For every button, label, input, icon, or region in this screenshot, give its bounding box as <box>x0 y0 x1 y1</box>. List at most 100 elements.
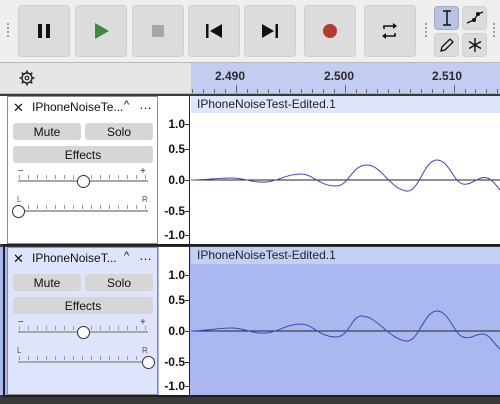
ruler-tick <box>333 89 335 93</box>
track-name-menu[interactable]: IPhoneNoiseTe... <box>32 100 125 114</box>
play-icon <box>95 23 109 39</box>
ruler-tick <box>355 89 357 93</box>
play-button[interactable] <box>75 5 127 57</box>
ruler-tick <box>453 85 455 93</box>
pause-button[interactable] <box>18 5 70 57</box>
envelope-icon <box>466 11 483 24</box>
skip-to-start-button[interactable] <box>188 5 240 57</box>
pan-slider-knob[interactable] <box>141 356 155 369</box>
pencil-icon <box>439 38 454 52</box>
vertical-amplitude-ruler[interactable]: 1.0 0.5 0.0 -0.5 -1.0 <box>159 96 190 244</box>
waveform-area[interactable]: IPhoneNoiseTest-Edited.1 <box>191 96 500 244</box>
ruler-tick <box>301 89 302 93</box>
ruler-tick <box>366 89 368 93</box>
ruler-tick <box>322 89 324 93</box>
scale-tick <box>185 235 189 236</box>
track-menu-icon[interactable]: … <box>139 97 152 112</box>
mute-button[interactable]: Mute <box>13 123 81 140</box>
scale-tick <box>185 149 189 150</box>
pan-slider-knob[interactable] <box>11 205 25 218</box>
loop-button[interactable] <box>364 5 416 57</box>
ruler-tick <box>257 89 259 93</box>
ruler-tick <box>344 85 346 93</box>
timeline-settings-button[interactable] <box>19 70 35 91</box>
scale-tick <box>185 124 189 125</box>
gain-slider-knob[interactable] <box>76 326 90 339</box>
solo-button[interactable]: Solo <box>85 274 153 291</box>
timeline-ruler[interactable]: 2.490 2.500 2.510 <box>191 63 500 94</box>
scale-tick <box>185 180 189 181</box>
scale-label: -0.5 <box>164 204 185 218</box>
ruler-tick <box>246 89 248 93</box>
ruler-tick <box>290 89 292 93</box>
scale-label: 0.5 <box>168 293 185 307</box>
i-beam-icon <box>442 10 451 26</box>
pan-right-label: R <box>142 346 148 355</box>
mute-button[interactable]: Mute <box>13 274 81 291</box>
effects-button[interactable]: Effects <box>13 146 153 163</box>
toolbar-grip-right[interactable] <box>492 22 496 38</box>
track-title-bar: ✕ IPhoneNoiseT... ^ … <box>8 248 159 267</box>
gear-icon <box>19 70 35 86</box>
close-track-icon[interactable]: ✕ <box>13 251 24 267</box>
ruler-tick <box>399 89 401 93</box>
scale-label: 0.0 <box>168 324 185 338</box>
scale-label: -0.5 <box>164 355 185 369</box>
pan-left-label: L <box>17 346 22 355</box>
ruler-label: 2.500 <box>324 69 355 83</box>
close-track-icon[interactable]: ✕ <box>13 100 24 116</box>
toolbar-grip[interactable] <box>6 22 10 38</box>
scale-tick <box>185 362 189 363</box>
multi-tool-button[interactable] <box>462 33 487 57</box>
ruler-tick <box>497 89 499 93</box>
collapse-track-icon[interactable]: ^ <box>124 250 129 262</box>
draw-tool-button[interactable] <box>434 33 459 57</box>
waveform <box>191 310 500 350</box>
pan-right-label: R <box>142 195 148 204</box>
track-name-menu[interactable]: IPhoneNoiseT... <box>32 251 125 265</box>
transport-toolbar <box>0 0 500 63</box>
ruler-label: 2.510 <box>432 69 463 83</box>
effects-button[interactable]: Effects <box>13 297 153 314</box>
waveform <box>191 159 500 192</box>
gain-slider-knob[interactable] <box>76 175 90 188</box>
vertical-amplitude-ruler[interactable]: 1.0 0.5 0.0 -0.5 -1.0 <box>159 247 190 395</box>
selection-tool-button[interactable] <box>434 6 459 30</box>
scale-tick <box>185 331 189 332</box>
scale-label: 1.0 <box>168 117 185 131</box>
skip-to-end-icon <box>262 24 278 38</box>
timeline-options-area <box>0 63 191 94</box>
asterisk-icon <box>468 38 481 52</box>
pan-left-label: L <box>17 195 22 204</box>
ruler-tick <box>192 89 193 93</box>
collapse-track-icon[interactable]: ^ <box>124 99 129 111</box>
pan-slider[interactable] <box>18 210 148 212</box>
ruler-tick <box>442 89 444 93</box>
ruler-tick <box>377 89 379 93</box>
skip-to-start-icon <box>206 24 222 38</box>
skip-to-end-button[interactable] <box>244 5 296 57</box>
pan-slider-ticks <box>19 205 147 209</box>
pause-icon <box>38 24 50 38</box>
pan-slider[interactable] <box>18 361 148 363</box>
track-control-panel[interactable]: ✕ IPhoneNoiseT... ^ … Mute Solo Effects … <box>7 247 158 395</box>
waveform-line <box>191 310 500 350</box>
envelope-tool-button[interactable] <box>462 6 487 30</box>
ruler-tick <box>431 89 433 93</box>
solo-button[interactable]: Solo <box>85 123 153 140</box>
waveform-area[interactable]: IPhoneNoiseTest-Edited.1 <box>191 247 500 395</box>
track-menu-icon[interactable]: … <box>139 248 152 263</box>
ruler-tick <box>410 89 411 93</box>
tools-toolbar-grip[interactable] <box>424 22 428 38</box>
stop-button[interactable] <box>132 5 184 57</box>
audio-track: ✕ IPhoneNoiseTe... ^ … Mute Solo Effects… <box>0 96 500 244</box>
stop-icon <box>152 25 164 37</box>
ruler-tick <box>235 85 237 93</box>
scale-tick <box>185 211 189 212</box>
audacity-window: 2.490 2.500 2.510 ✕ IPhoneNoiseTe... ^ …… <box>0 0 500 404</box>
ruler-tick <box>388 89 390 93</box>
ruler-tick <box>268 89 270 93</box>
ruler-tick <box>202 89 204 93</box>
record-button[interactable] <box>304 5 356 57</box>
track-control-panel[interactable]: ✕ IPhoneNoiseTe... ^ … Mute Solo Effects… <box>7 96 158 244</box>
